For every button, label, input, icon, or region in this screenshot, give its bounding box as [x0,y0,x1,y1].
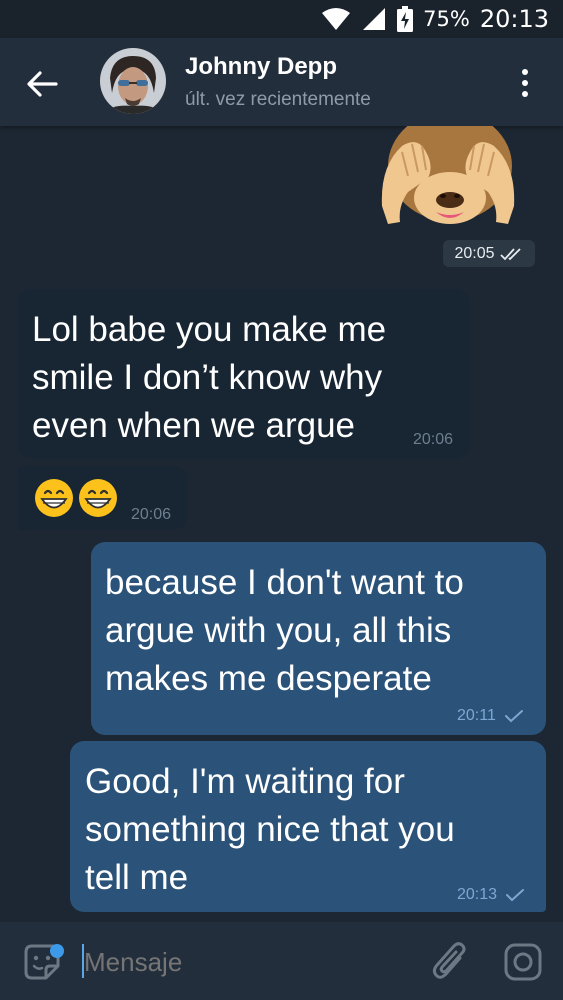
wifi-icon [322,8,351,30]
message-line: even when we argue [32,406,355,445]
message-time: 20:06 [413,431,454,448]
battery-charging-icon [397,6,414,32]
message-line: argue with you, all this [105,611,452,650]
message-meta: 20:06 [131,506,171,524]
back-arrow-icon[interactable] [22,66,62,102]
message-time: 20:05 [454,244,495,262]
more-vertical-icon[interactable] [514,66,536,100]
message-line: smile I don’t know why [32,358,383,397]
avatar[interactable] [100,48,166,114]
message-line: makes me desperate [105,659,432,698]
outgoing-message[interactable]: Good, I'm waiting for something nice tha… [70,741,546,912]
cell-signal-icon [363,8,386,30]
incoming-emoji-message[interactable]: 20:06 [18,466,187,530]
clock: 20:13 [479,5,549,33]
incoming-message[interactable]: Lol babe you make me smile I don’t know … [18,289,469,459]
message-line: Lol babe you make me [32,310,387,349]
attach-paperclip-icon[interactable] [432,940,468,984]
sticker-timestamp: 20:05 [443,240,535,267]
see-no-evil-monkey-sticker [381,126,515,224]
sticker-emoji-icon[interactable] [22,942,66,984]
message-input[interactable] [84,942,404,982]
chat-header: Johnny Depp últ. vez recientemente [0,38,563,126]
camera-icon[interactable] [503,942,543,982]
message-time: 20:06 [131,506,172,523]
message-line: Good, I'm waiting for [85,762,405,801]
outgoing-message[interactable]: because I don't want to argue with you, … [91,542,546,735]
message-time: 20:11 [457,707,496,724]
status-bar: 75% 20:13 [0,0,563,38]
contact-name[interactable]: Johnny Depp [185,53,337,81]
message-line: something nice that you [85,810,455,849]
single-check-icon [504,710,523,723]
double-check-icon [499,247,521,260]
message-meta: 20:13 [457,886,525,904]
message-composer [0,922,563,1000]
battery-percent: 75% [423,7,470,31]
message-meta: 20:11 [457,707,524,725]
message-meta: 20:06 [413,431,453,449]
single-check-icon [506,889,525,902]
grinning-face-icon [79,479,117,517]
avatar-image [100,48,166,114]
grinning-face-icon [35,479,73,517]
message-time: 20:13 [457,886,498,903]
contact-last-seen: últ. vez recientemente [185,89,371,110]
message-line: tell me [85,858,189,897]
message-line: because I don't want to [105,563,464,602]
